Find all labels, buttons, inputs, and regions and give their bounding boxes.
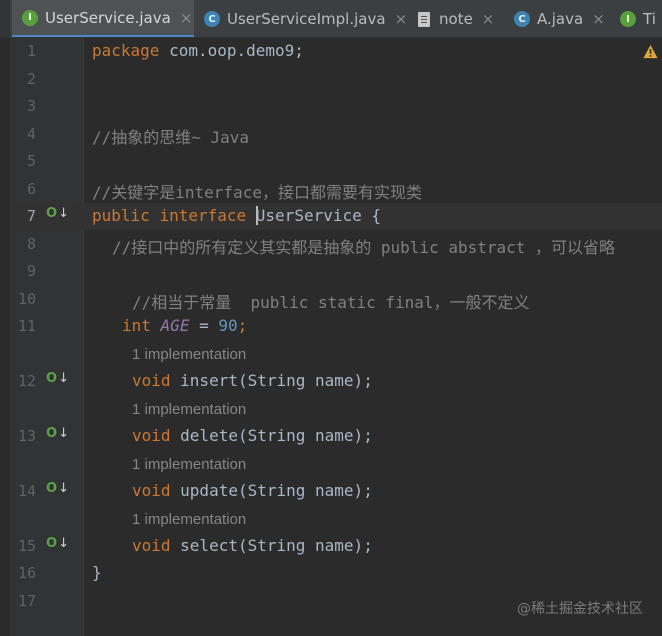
keyword: package <box>92 41 160 60</box>
code-text: delete(String name); <box>170 426 373 445</box>
implemented-marker-icon[interactable]: O↓ <box>46 426 69 441</box>
line-number: 6 <box>26 180 36 198</box>
line-number: 15 <box>17 537 36 555</box>
text-file-icon <box>418 11 430 27</box>
line-number: 3 <box>26 97 36 115</box>
tab-userserviceimpl-java[interactable]: C UserServiceImpl.java × <box>194 0 407 37</box>
class-icon: C <box>204 11 220 27</box>
interface-icon: I <box>620 11 636 27</box>
code-line-interface-declaration[interactable]: public interface UserService { <box>92 206 381 225</box>
tab-ti[interactable]: I Ti <box>610 0 662 37</box>
keyword: void <box>132 371 171 390</box>
keyword: int <box>122 316 151 335</box>
code-line-comment[interactable]: //关键字是interface，接口都需要有实现类 <box>92 179 422 203</box>
line-number: 17 <box>17 592 36 610</box>
code-line-method-insert[interactable]: void insert(String name); <box>132 371 373 390</box>
tab-userservice-java[interactable]: I UserService.java × <box>12 0 194 37</box>
line-number: 12 <box>17 372 36 390</box>
line-number: 11 <box>17 317 36 335</box>
code-text: = <box>189 316 219 335</box>
line-number: 9 <box>26 262 36 280</box>
tab-label: note <box>439 10 473 28</box>
close-icon[interactable]: × <box>482 10 495 28</box>
code-line-package[interactable]: package com.oop.demo9; <box>92 41 304 60</box>
implementation-hint[interactable]: 1 implementation <box>132 511 246 528</box>
code-text: com.oop.demo9; <box>159 41 304 60</box>
tab-label: UserService.java <box>45 8 171 27</box>
code-line-comment[interactable]: //相当于常量 public static final，一般不定义 <box>132 289 530 313</box>
interface-icon: I <box>22 9 38 26</box>
code-line-method-select[interactable]: void select(String name); <box>132 536 373 555</box>
line-number: 14 <box>17 482 36 500</box>
interface-name: UserService <box>255 206 362 225</box>
line-number: 1 <box>26 42 36 60</box>
code-text: { <box>361 206 382 225</box>
code-line-method-update[interactable]: void update(String name); <box>132 481 373 500</box>
code-line-closing-brace[interactable]: } <box>92 563 102 582</box>
line-number: 8 <box>26 235 36 253</box>
line-number: 13 <box>17 427 36 445</box>
tab-note[interactable]: note × <box>400 0 504 37</box>
tab-a-java[interactable]: C A.java × <box>504 0 610 37</box>
number-literal: 90 <box>218 316 238 335</box>
code-line-constant[interactable]: int AGE = 90; <box>122 316 247 335</box>
keyword: void <box>132 536 171 555</box>
keyword: interface <box>159 206 247 225</box>
line-number: 10 <box>17 290 36 308</box>
implemented-marker-icon[interactable]: O↓ <box>46 481 69 496</box>
semicolon: ; <box>237 316 248 335</box>
line-number: 5 <box>26 152 36 170</box>
implemented-marker-icon[interactable]: O↓ <box>46 206 69 221</box>
implemented-marker-icon[interactable]: O↓ <box>46 371 69 386</box>
line-number: 16 <box>17 564 36 582</box>
implementation-hint[interactable]: 1 implementation <box>132 401 246 418</box>
line-number: 2 <box>26 70 36 88</box>
tab-label: UserServiceImpl.java <box>227 10 386 28</box>
code-line-method-delete[interactable]: void delete(String name); <box>132 426 373 445</box>
code-text: select(String name); <box>170 536 373 555</box>
implementation-hint[interactable]: 1 implementation <box>132 456 246 473</box>
implemented-marker-icon[interactable]: O↓ <box>46 536 69 551</box>
line-number: 4 <box>26 125 36 143</box>
keyword: void <box>132 481 171 500</box>
keyword: void <box>132 426 171 445</box>
constant-name: AGE <box>160 316 190 335</box>
code-line-comment[interactable]: //抽象的思维~ Java <box>92 124 249 148</box>
editor-tab-bar: I UserService.java × C UserServiceImpl.j… <box>0 0 662 38</box>
line-number-current: 7 <box>26 207 36 225</box>
code-line-comment[interactable]: //接口中的所有定义其实都是抽象的 public abstract ，可以省略 <box>112 234 615 258</box>
code-text: update(String name); <box>170 481 373 500</box>
close-icon[interactable]: × <box>180 9 193 27</box>
left-edge-panel <box>0 38 10 636</box>
implementation-hint[interactable]: 1 implementation <box>132 346 246 363</box>
close-icon[interactable]: × <box>592 10 605 28</box>
watermark: @稀土掘金技术社区 <box>517 601 643 617</box>
tab-label: A.java <box>537 10 584 28</box>
keyword: public <box>92 206 150 225</box>
class-icon: C <box>514 11 530 27</box>
warning-icon[interactable] <box>643 44 658 59</box>
tab-bar-left-edge <box>0 0 10 37</box>
code-text: insert(String name); <box>170 371 373 390</box>
tab-label: Ti <box>643 10 656 28</box>
